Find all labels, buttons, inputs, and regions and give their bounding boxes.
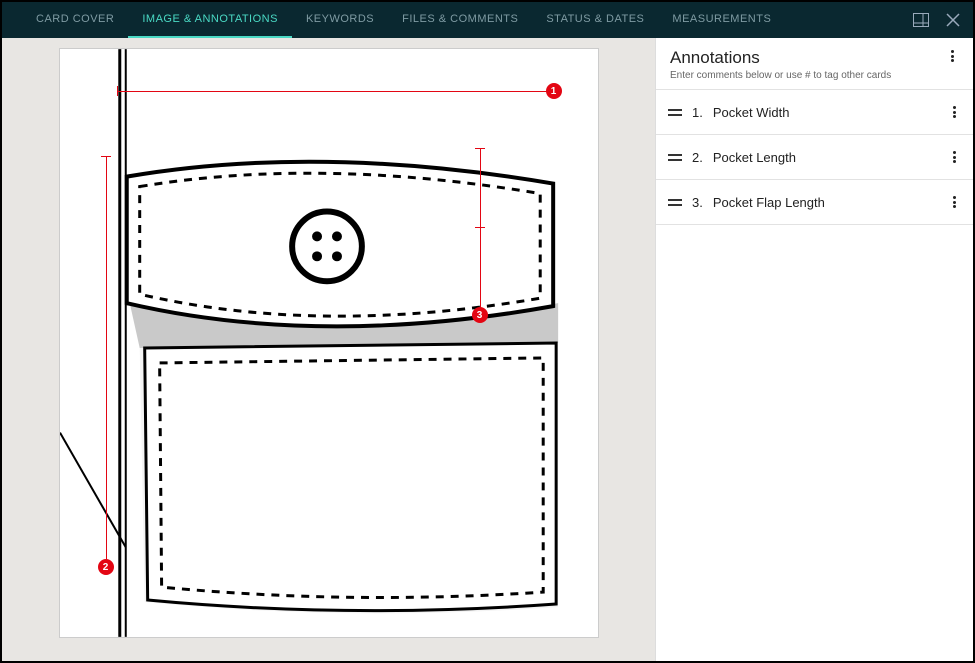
tab-measurements[interactable]: MEASUREMENTS: [658, 2, 785, 38]
canvas-area[interactable]: 1 2 3: [2, 38, 655, 661]
annotations-sidebar: Annotations Enter comments below or use …: [655, 38, 973, 661]
measure-tick: [117, 86, 118, 96]
sidebar-header: Annotations Enter comments below or use …: [656, 38, 973, 90]
annotation-label: Pocket Length: [713, 150, 937, 165]
measure-tick: [475, 148, 485, 149]
sketch-wrap: 1 2 3: [59, 48, 599, 638]
measure-line-width: [118, 91, 550, 92]
pocket-sketch: [60, 49, 598, 637]
drag-handle-icon[interactable]: [668, 154, 682, 161]
row-menu-icon[interactable]: [947, 149, 961, 165]
layout-icon[interactable]: [913, 12, 929, 28]
annotation-number: 3.: [692, 195, 703, 210]
annotation-number: 2.: [692, 150, 703, 165]
drag-handle-icon[interactable]: [668, 109, 682, 116]
close-icon[interactable]: [945, 12, 961, 28]
topbar-actions: [913, 12, 961, 28]
topbar: CARD COVER IMAGE & ANNOTATIONS KEYWORDS …: [2, 2, 973, 38]
tab-image-annotations[interactable]: IMAGE & ANNOTATIONS: [128, 2, 292, 38]
annotation-row[interactable]: 2. Pocket Length: [656, 135, 973, 180]
annotation-label: Pocket Width: [713, 105, 937, 120]
tab-card-cover[interactable]: CARD COVER: [22, 2, 128, 38]
tab-status-dates[interactable]: STATUS & DATES: [532, 2, 658, 38]
measure-line-length: [106, 157, 107, 561]
sidebar-title: Annotations: [670, 48, 945, 68]
measure-line-flap: [480, 149, 481, 309]
annotation-label: Pocket Flap Length: [713, 195, 937, 210]
marker-2[interactable]: 2: [98, 559, 114, 575]
row-menu-icon[interactable]: [947, 104, 961, 120]
annotation-row[interactable]: 3. Pocket Flap Length: [656, 180, 973, 225]
measure-tick: [475, 227, 485, 228]
tab-keywords[interactable]: KEYWORDS: [292, 2, 388, 38]
row-menu-icon[interactable]: [947, 194, 961, 210]
marker-3[interactable]: 3: [472, 307, 488, 323]
annotation-row[interactable]: 1. Pocket Width: [656, 90, 973, 135]
tab-files-comments[interactable]: FILES & COMMENTS: [388, 2, 532, 38]
sidebar-subtitle: Enter comments below or use # to tag oth…: [670, 70, 945, 81]
sidebar-menu-icon[interactable]: [945, 48, 959, 64]
annotation-number: 1.: [692, 105, 703, 120]
marker-1[interactable]: 1: [546, 83, 562, 99]
content: 1 2 3 Annotations Enter comments below o…: [2, 38, 973, 661]
measure-tick: [101, 156, 111, 157]
drag-handle-icon[interactable]: [668, 199, 682, 206]
tabs: CARD COVER IMAGE & ANNOTATIONS KEYWORDS …: [22, 2, 913, 38]
